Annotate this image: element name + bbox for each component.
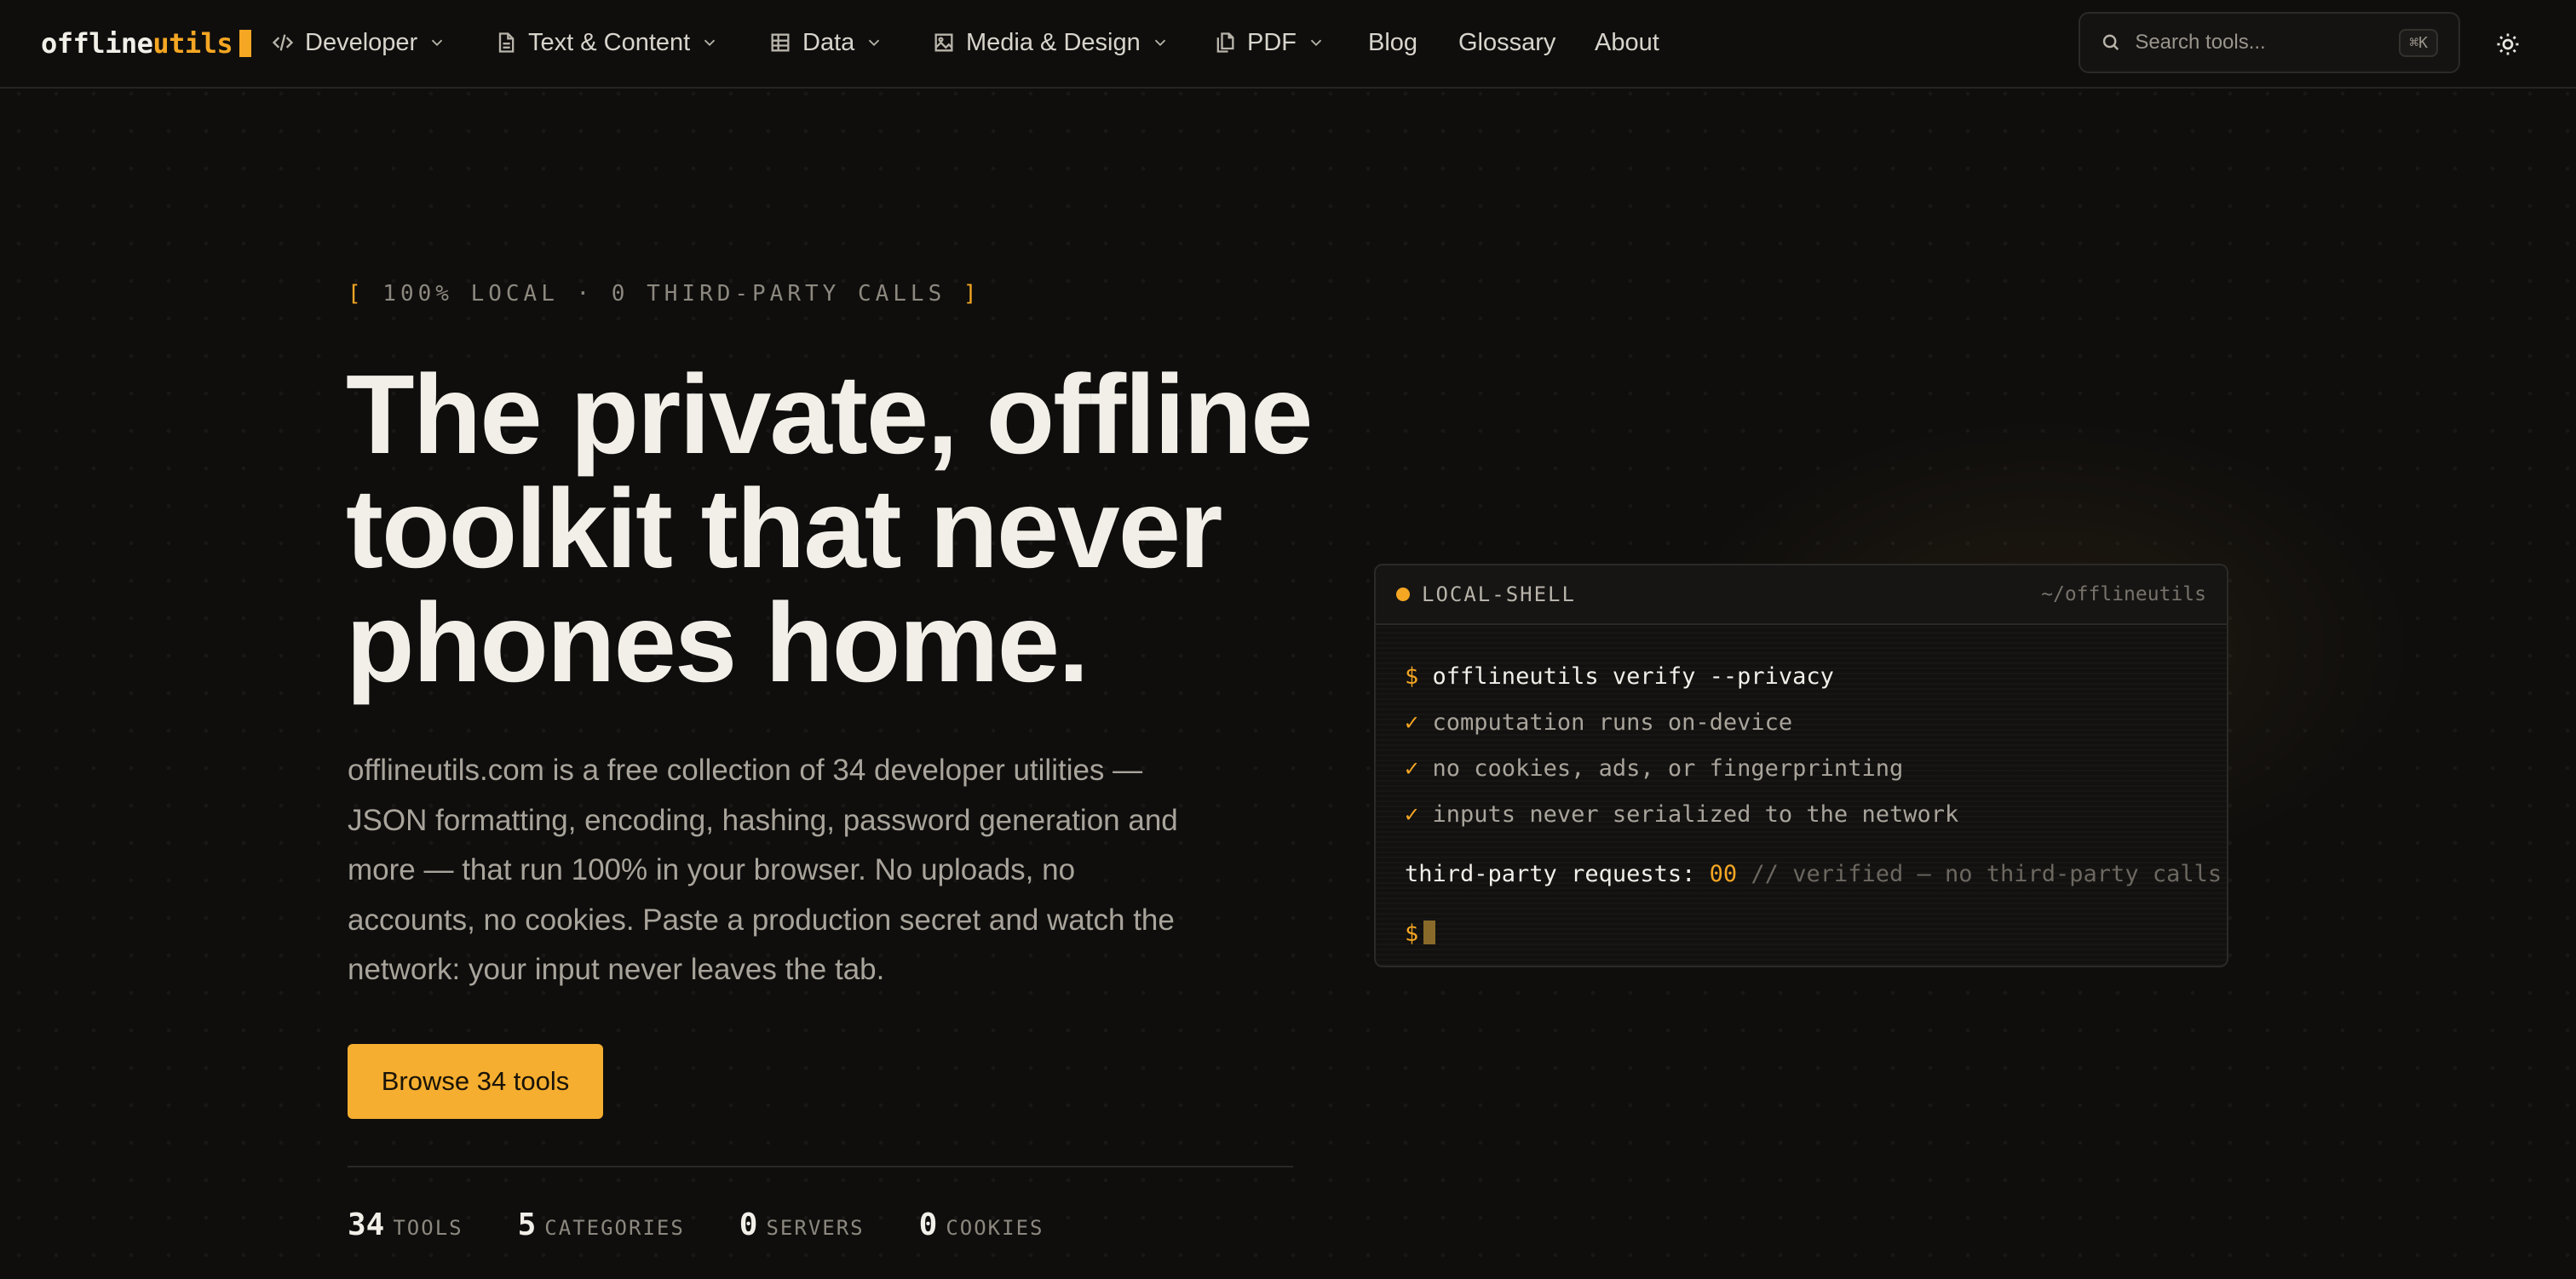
headline-line-2: toolkit that never	[346, 466, 1222, 591]
search-shortcut: ⌘K	[2399, 28, 2438, 57]
stat-label: COOKIES	[946, 1216, 1044, 1240]
chevron-down-icon	[869, 39, 880, 47]
check-text: computation runs on-device	[1432, 709, 1793, 736]
check-text: no cookies, ads, or fingerprinting	[1432, 755, 1904, 782]
stat-categories: 5 CATEGORIES	[518, 1207, 685, 1242]
code-icon	[272, 34, 294, 51]
nav-pdf[interactable]: PDF	[1213, 26, 1325, 60]
stat-number: 0	[739, 1207, 758, 1242]
nav-data[interactable]: Data	[768, 26, 883, 60]
document-icon	[498, 32, 515, 53]
nav-media-design[interactable]: Media & Design	[932, 26, 1170, 60]
stat-number: 5	[517, 1207, 537, 1242]
status-dot-icon	[1396, 588, 1410, 601]
terminal-command-line: $ offlineutils verify --privacy	[1405, 654, 2198, 700]
terminal-header: LOCAL-SHELL ~/offlineutils	[1376, 565, 2227, 625]
eyebrow-bracket-close: ]	[963, 281, 981, 307]
chevron-down-icon	[1154, 39, 1165, 47]
image-icon	[934, 33, 953, 52]
search-box[interactable]: ⌘K	[2079, 12, 2460, 73]
terminal-prompt-line: $	[1405, 911, 2198, 957]
check-text: inputs never serialized to the network	[1432, 801, 1959, 828]
table-icon	[771, 33, 790, 52]
stat-tools: 34 TOOLS	[348, 1207, 463, 1242]
nav-data-label: Data	[802, 28, 855, 56]
stat-number: 0	[918, 1207, 938, 1242]
divider	[348, 1166, 1293, 1167]
terminal-check-line: ✓ inputs never serialized to the network	[1405, 792, 2198, 838]
terminal-path: ~/offlineutils	[2041, 583, 2206, 605]
search-input[interactable]	[2135, 31, 2400, 54]
chevron-down-icon	[1310, 39, 1322, 47]
terminal-body: $ offlineutils verify --privacy ✓ comput…	[1376, 625, 2227, 957]
check-icon: ✓	[1405, 709, 1419, 736]
files-icon	[1216, 32, 1234, 53]
top-nav: offline utils Developer Text & Content Da…	[0, 0, 2576, 89]
terminal-check-line: ✓ computation runs on-device	[1405, 700, 2198, 746]
stat-label: CATEGORIES	[544, 1216, 685, 1240]
terminal-check-line: ✓ no cookies, ads, or fingerprinting	[1405, 746, 2198, 792]
headline-line-3: phones home.	[346, 580, 1090, 705]
eyebrow-text: 100% LOCAL · 0 THIRD-PARTY CALLS	[365, 281, 963, 307]
terminal-title: LOCAL-SHELL	[1422, 582, 1576, 606]
chevron-down-icon	[432, 39, 443, 47]
search-icon	[2102, 34, 2119, 50]
terminal-cursor	[1423, 921, 1436, 944]
stat-number: 34	[348, 1207, 385, 1242]
nav-media-design-label: Media & Design	[966, 28, 1141, 56]
sun-icon	[2497, 33, 2519, 55]
nav-text-content-label: Text & Content	[528, 28, 691, 56]
headline-line-1: The private, offline	[346, 352, 1314, 477]
chevron-down-icon	[704, 39, 716, 47]
theme-toggle-button[interactable]	[2487, 24, 2528, 65]
terminal-result-line: third-party requests: 00 // verified — n…	[1405, 852, 2222, 898]
stats-row: 34 TOOLS 5 CATEGORIES 0 SERVERS 0 COOKIE…	[348, 1207, 1044, 1242]
eyebrow-bracket-open: [	[348, 281, 365, 307]
nav-text-content[interactable]: Text & Content	[494, 26, 719, 60]
check-icon: ✓	[1405, 801, 1419, 828]
nav-pdf-label: PDF	[1247, 28, 1297, 56]
prompt-symbol: $	[1405, 663, 1419, 690]
logo-cursor	[239, 30, 252, 57]
terminal-command: offlineutils verify --privacy	[1432, 663, 1834, 690]
nav-developer-label: Developer	[305, 28, 418, 56]
stat-servers: 0 SERVERS	[739, 1207, 865, 1242]
nav-developer[interactable]: Developer	[271, 26, 446, 60]
stat-label: SERVERS	[766, 1216, 865, 1240]
browse-tools-button[interactable]: Browse 34 tools	[348, 1044, 603, 1119]
logo-text-offline: offline	[41, 27, 153, 60]
nav-glossary[interactable]: Glossary	[1458, 26, 1555, 60]
result-comment: // verified — no third-party calls	[1751, 861, 2222, 887]
nav-blog[interactable]: Blog	[1368, 26, 1417, 60]
stat-cookies: 0 COOKIES	[919, 1207, 1044, 1242]
nav-about[interactable]: About	[1595, 26, 1659, 60]
page-title: The private, offline toolkit that never …	[346, 358, 1368, 700]
result-key: third-party requests:	[1405, 861, 1696, 887]
prompt-symbol: $	[1405, 921, 1419, 947]
hero-eyebrow: [ 100% LOCAL · 0 THIRD-PARTY CALLS ]	[348, 281, 981, 307]
result-value: 00	[1709, 861, 1738, 887]
stat-label: TOOLS	[393, 1216, 463, 1240]
terminal-window: LOCAL-SHELL ~/offlineutils $ offlineutil…	[1374, 564, 2228, 967]
hero-description: offlineutils.com is a free collection of…	[348, 754, 1178, 986]
check-icon: ✓	[1405, 755, 1419, 782]
logo[interactable]: offline utils	[41, 27, 252, 60]
logo-text-utils: utils	[152, 27, 233, 60]
